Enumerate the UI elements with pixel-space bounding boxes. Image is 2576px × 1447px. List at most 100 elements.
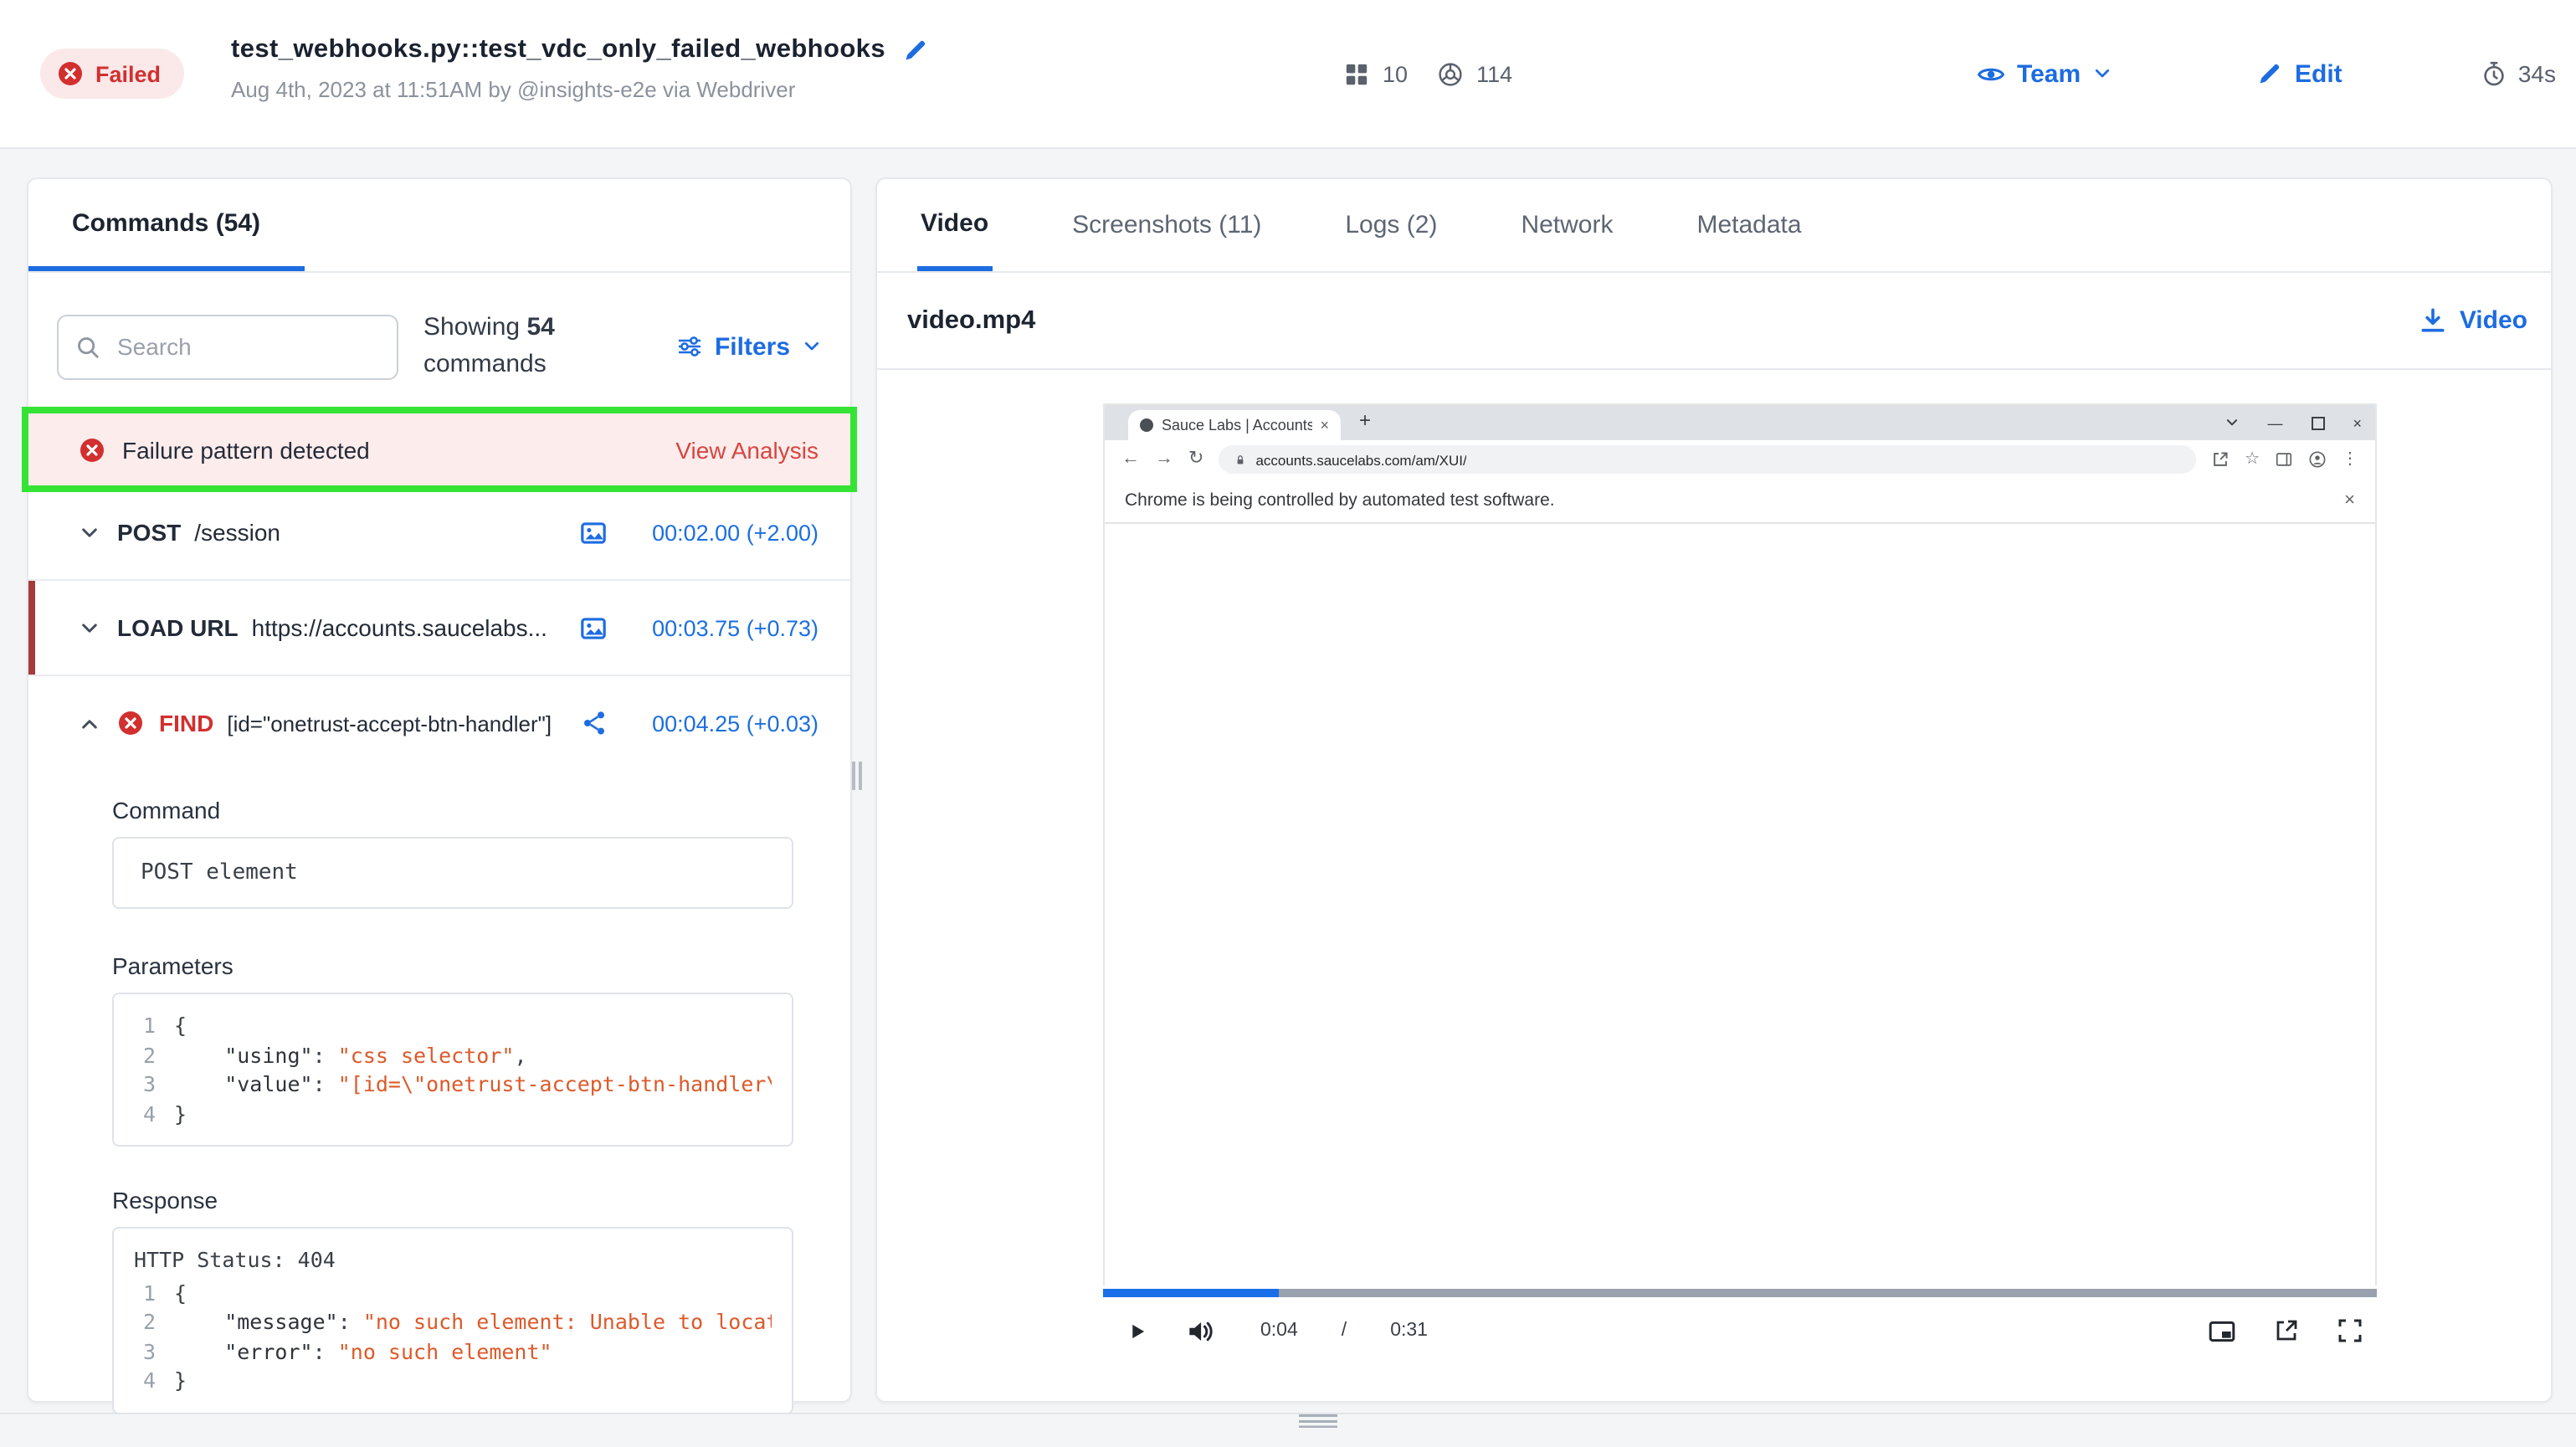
code-line: 4} [134,1366,772,1395]
header: Failed test_webhooks.py::test_vdc_only_f… [0,0,2576,149]
team-dropdown[interactable]: Team [1977,0,2112,147]
search-icon [75,334,100,359]
tab-video[interactable]: Video [917,179,992,271]
commands-panel-header: Commands (54) [28,179,850,273]
code-line: 3 "value": "[id=\"onetrust-accept-btn-ha… [134,1070,772,1099]
response-label: Response [112,1187,793,1214]
command-row-find-expanded[interactable]: FIND [id="onetrust-accept-btn-handler"] … [28,676,850,770]
filters-button[interactable]: Filters [676,332,822,361]
view-analysis-link[interactable]: View Analysis [675,436,818,463]
search-input[interactable] [114,331,372,362]
play-button[interactable] [1126,1320,1148,1342]
browser-page-content [1105,524,2375,1285]
bookmark-star-icon: ☆ [2245,451,2260,468]
drawer-resize-handle[interactable] [1299,1414,1337,1428]
edit-label: Edit [2295,59,2343,88]
command-arg: /session [194,519,280,546]
stopwatch-icon [2481,60,2508,87]
volume-button[interactable] [1185,1316,1214,1345]
os-icon [1344,61,1369,86]
edit-title-icon[interactable] [902,38,927,63]
showing-prefix: Showing [423,313,520,341]
download-video-button[interactable]: Video [2419,306,2527,335]
command-time: 00:04.25 (+0.03) [651,711,818,736]
window-controls: — × [2224,405,2362,440]
download-icon [2419,306,2448,335]
search-input-wrap [57,314,398,379]
infobar-text: Chrome is being controlled by automated … [1125,490,1555,511]
video-progress-bar[interactable] [1103,1289,2377,1297]
panel-resize-handle[interactable] [852,762,862,790]
command-value-box: POST element [112,837,793,909]
title-block: test_webhooks.py::test_vdc_only_failed_w… [231,35,927,102]
results-panel: Video Screenshots (11) Logs (2) Network … [875,177,2553,1403]
side-panel-icon [2275,450,2293,469]
tab-close-icon: × [1320,417,1329,434]
command-method: FIND [159,710,213,736]
command-row-load-url[interactable]: LOAD URL https://accounts.saucelabs... 0… [28,581,850,676]
url-text: accounts.saucelabs.com/am/XUI/ [1255,451,1466,468]
failed-icon [57,60,84,87]
tab-commands[interactable]: Commands (54) [28,179,304,271]
results-tabbar: Video Screenshots (11) Logs (2) Network … [877,179,2551,273]
new-tab-icon: + [1359,408,1371,432]
video-controls: 0:04 / 0:31 [1103,1301,2377,1361]
duration-value: 34s [2518,60,2556,87]
tab-logs[interactable]: Logs (2) [1342,179,1440,271]
code-line: 1{ [134,1278,772,1307]
popout-button[interactable] [2273,1317,2300,1344]
tab-metadata[interactable]: Metadata [1693,179,1804,271]
chevron-down-icon [2092,64,2112,84]
share-icon[interactable] [581,710,608,736]
page-title: test_webhooks.py::test_vdc_only_failed_w… [231,35,885,65]
tab-screenshots[interactable]: Screenshots (11) [1069,179,1265,271]
lock-icon [1234,453,1247,466]
saucelabs-favicon-icon [1140,418,1153,432]
status-label: Failed [95,61,161,86]
download-label: Video [2460,306,2527,335]
chevron-down-icon[interactable] [79,521,100,543]
video-subheader: video.mp4 Video [877,273,2551,370]
video-player: Sauce Labs | Accounts × + — × ← → ↻ [877,370,2551,1403]
browser-addressbar: ← → ↻ accounts.saucelabs.com/am/XUI/ ☆ ⋮ [1105,440,2375,479]
fullscreen-button[interactable] [2337,1317,2363,1344]
error-icon [117,710,144,736]
command-time: 00:03.75 (+0.73) [651,615,818,640]
showing-count: 54 [526,313,554,341]
test-details-page: Failed test_webhooks.py::test_vdc_only_f… [0,0,2576,1416]
parameters-label: Parameters [112,952,793,979]
command-arg: [id="onetrust-accept-btn-handler"] [227,711,552,736]
failure-pattern-alert[interactable]: Failure pattern detected View Analysis [28,413,850,485]
reload-icon: ↻ [1188,450,1203,469]
video-display[interactable]: Sauce Labs | Accounts × + — × ← → ↻ [1103,403,2377,1285]
os-version: 10 [1383,61,1408,86]
edit-button[interactable]: Edit [2256,0,2343,147]
http-status: HTTP Status: 404 [134,1245,772,1275]
commands-panel: Commands (54) Showing 54 commands Filter… [27,177,852,1403]
code-line: 3 "error": "no such element" [134,1337,772,1366]
command-row-post-session[interactable]: POST /session 00:02.00 (+2.00) [28,485,850,581]
forward-icon: → [1155,450,1173,469]
chevron-down-icon[interactable] [79,617,100,639]
maximize-icon [2311,416,2324,429]
test-duration: 34s [2481,0,2556,147]
filter-icon [676,333,703,360]
command-label: Command [112,797,793,824]
chevron-up-icon[interactable] [79,712,100,734]
screenshot-icon[interactable] [579,518,608,546]
infobar-close-icon: × [2344,490,2355,511]
browser-version: 114 [1476,61,1512,86]
browser-tabstrip: Sauce Labs | Accounts × + — × [1105,405,2375,440]
showing-suffix: commands [423,346,555,383]
command-detail: Command POST element Parameters 1{ 2 "us… [28,770,850,1447]
current-time: 0:04 [1260,1321,1298,1341]
picture-in-picture-button[interactable] [2208,1316,2236,1345]
browser-tab-title: Sauce Labs | Accounts [1162,417,1311,434]
url-bar: accounts.saucelabs.com/am/XUI/ [1219,445,2196,474]
command-time: 00:02.00 (+2.00) [651,520,818,545]
total-duration: 0:31 [1390,1321,1428,1341]
close-icon: × [2353,414,2362,431]
tab-network[interactable]: Network [1517,179,1616,271]
chevron-down-icon [802,336,822,357]
screenshot-icon[interactable] [579,613,608,642]
